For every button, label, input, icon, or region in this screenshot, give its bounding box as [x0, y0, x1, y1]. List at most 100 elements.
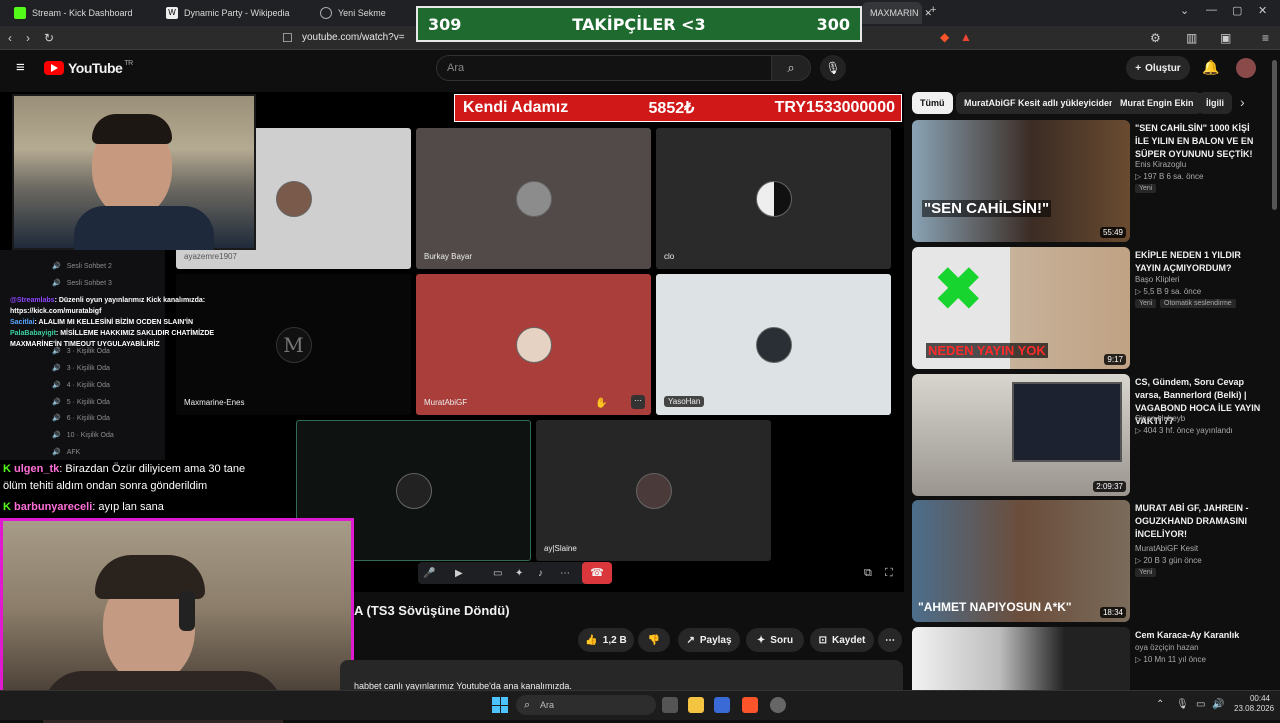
dislike-button[interactable]: 👎 — [638, 628, 670, 652]
bookmark-icon[interactable]: ☐ — [282, 32, 293, 44]
video-title[interactable]: EKİPLE NEDEN 1 YILDIR YAYIN AÇMIYORDUM? — [1135, 249, 1265, 275]
participant-tile[interactable]: MuratAbiGF ⋯ — [416, 274, 651, 415]
recommendation-item[interactable]: "SEN CAHİLSİN!" 55:49 "SEN CAHİLSİN" 100… — [912, 120, 1272, 242]
participant-tile[interactable]: Burkay Bayar — [416, 128, 651, 269]
video-title[interactable]: "SEN CAHİLSİN" 1000 KİŞİ İLE YILIN EN BA… — [1135, 122, 1265, 161]
ask-button[interactable]: ✦ Soru — [746, 628, 804, 652]
brave-shield-icon[interactable]: ◆ — [940, 31, 949, 43]
channel-name[interactable]: Enis Kirazoglu — [1135, 160, 1186, 169]
voice-room[interactable]: 🔊 AFK — [52, 448, 80, 457]
chevron-right-icon[interactable]: › — [1240, 95, 1245, 109]
recommendation-item[interactable]: 2:09:37 CS, Gündem, Soru Cevap varsa, Ba… — [912, 374, 1272, 496]
recommendation-item[interactable]: "AHMET NAPIYOSUN A*K" 18:34 MURAT ABİ GF… — [912, 500, 1272, 622]
network-icon[interactable]: ▭ — [1196, 699, 1205, 711]
volume-icon[interactable]: 🔊 — [1212, 699, 1224, 711]
rewards-icon[interactable]: ▲ — [960, 31, 972, 43]
share-button[interactable]: ↗ Paylaş — [678, 628, 740, 652]
create-button[interactable]: + Oluştur — [1126, 56, 1190, 80]
video-thumbnail[interactable]: "AHMET NAPIYOSUN A*K" 18:34 — [912, 500, 1130, 622]
video-thumbnail[interactable] — [912, 627, 1130, 690]
store-icon[interactable] — [714, 697, 730, 713]
soundboard-icon[interactable]: ♪ — [538, 568, 543, 580]
video-meta: ▷ 5,5 B 9 sa. önce — [1135, 287, 1202, 296]
voice-room[interactable]: 🔊 6 · Kişilik Oda — [52, 414, 110, 423]
tab-active[interactable]: MAXMARIN ✕ — [862, 2, 932, 24]
file-explorer-icon[interactable] — [688, 697, 704, 713]
fullscreen-icon[interactable]: ⛶ — [885, 567, 893, 579]
more-icon[interactable]: ⋯ — [560, 568, 570, 580]
notifications-bell-icon[interactable]: 🔔 — [1202, 60, 1219, 74]
task-view-icon[interactable] — [662, 697, 678, 713]
app-icon[interactable] — [770, 697, 786, 713]
url-field[interactable]: youtube.com/watch?v= — [302, 29, 422, 47]
tab-kick-dashboard[interactable]: Stream - Kick Dashboard — [6, 2, 156, 24]
chat-message: K barbunyareceli: ayıp lan sana — [3, 499, 164, 516]
screen-share-icon[interactable]: ▭ — [493, 568, 502, 580]
video-title[interactable]: Cem Karaca-Ay Karanlık — [1135, 629, 1265, 642]
camera-icon[interactable]: ▶ — [455, 568, 463, 580]
like-button[interactable]: 👍 1,2 B — [578, 628, 634, 652]
scrollbar[interactable] — [1272, 60, 1277, 210]
tab-new[interactable]: Yeni Sekme — [312, 2, 412, 24]
activities-icon[interactable]: ✦ — [515, 568, 523, 580]
clock-date: 23.08.2026 — [1234, 704, 1275, 713]
chip-murat[interactable]: Murat Engin Ekin — [1112, 92, 1202, 114]
voice-room[interactable]: 🔊 4 · Kişilik Oda — [52, 381, 110, 390]
popout-icon[interactable]: ⧉ — [864, 567, 872, 579]
save-button[interactable]: ⊡ Kaydet — [810, 628, 874, 652]
wallet-icon[interactable]: ▣ — [1220, 32, 1231, 44]
channel-name[interactable]: MuratAbiGF Kesit — [1135, 544, 1198, 553]
hamburger-menu-icon[interactable]: ≡ — [16, 60, 25, 75]
menu-icon[interactable]: ≡ — [1262, 32, 1269, 44]
search-input[interactable]: Ara — [436, 55, 772, 81]
video-title[interactable]: MURAT ABİ GF, JAHREIN - OGUZKHAND DRAMAS… — [1135, 502, 1265, 541]
brave-icon[interactable] — [742, 697, 758, 713]
extensions-icon[interactable]: ⚙ — [1150, 32, 1161, 44]
voice-search-button[interactable]: 🎙 — [820, 55, 846, 81]
recommendation-item[interactable]: ✖ NEDEN YAYIN YOK 9:17 EKİPLE NEDEN 1 YI… — [912, 247, 1272, 369]
participant-tile[interactable]: ay|Slaine — [536, 420, 771, 561]
voice-room[interactable]: 🔊 3 · Kişilik Oda — [52, 364, 110, 373]
video-thumbnail[interactable]: 2:09:37 — [912, 374, 1130, 496]
wikipedia-icon: W — [166, 7, 178, 19]
search-button[interactable]: ⌕ — [771, 55, 811, 81]
more-options-icon[interactable]: ⋯ — [631, 395, 645, 409]
mic-tray-icon[interactable]: 🎙 — [1176, 699, 1189, 711]
back-icon[interactable]: ‹ — [8, 32, 12, 44]
thumbnail-text: "AHMET NAPIYOSUN A*K" — [918, 600, 1072, 614]
reload-icon[interactable]: ↻ — [44, 32, 54, 44]
chip-uploader[interactable]: MuratAbiGF Kesit adlı yükleyiciden — [956, 92, 1123, 114]
channel-name[interactable]: Sinan Hubeyb — [1135, 414, 1185, 423]
avatar[interactable] — [1236, 58, 1256, 78]
tab-wikipedia[interactable]: W Dynamic Party - Wikipedia — [158, 2, 308, 24]
video-thumbnail[interactable]: ✖ NEDEN YAYIN YOK 9:17 — [912, 247, 1130, 369]
voice-room[interactable]: 🔊 Sesli Sohbet 3 — [52, 279, 112, 288]
participant-tile[interactable]: clo — [656, 128, 891, 269]
video-thumbnail[interactable]: "SEN CAHİLSİN!" 55:49 — [912, 120, 1130, 242]
clock[interactable]: 00:44 23.08.2026 — [1234, 694, 1275, 714]
new-badge: Yeni — [1135, 184, 1157, 193]
minimize-icon[interactable]: — — [1206, 4, 1217, 16]
youtube-logo[interactable]: YouTube TR — [44, 60, 133, 76]
chip-related[interactable]: İlgili — [1198, 92, 1232, 114]
voice-room[interactable]: 🔊 5 · Kişilik Oda — [52, 398, 110, 407]
window-close-icon[interactable]: ✕ — [1258, 4, 1267, 17]
forward-icon[interactable]: › — [26, 32, 30, 44]
taskbar-search[interactable]: Ara — [516, 695, 656, 715]
mic-icon[interactable]: 🎤 — [423, 568, 435, 580]
channel-name[interactable]: Başo Klipleri — [1135, 275, 1179, 284]
voice-room[interactable]: 🔊 10 · Kişilik Oda — [52, 431, 114, 440]
chevron-down-icon[interactable]: ⌄ — [1180, 4, 1189, 17]
hangup-button[interactable]: ☎ — [582, 562, 612, 584]
chip-all[interactable]: Tümü — [912, 92, 953, 114]
recommendation-item[interactable]: Cem Karaca-Ay Karanlık oya özçiçin hazan… — [912, 627, 1272, 690]
sidebar-icon[interactable]: ▥ — [1186, 32, 1197, 44]
maximize-icon[interactable]: ▢ — [1232, 4, 1242, 17]
channel-name[interactable]: oya özçiçin hazan — [1135, 643, 1199, 652]
new-tab-icon[interactable]: + — [930, 4, 936, 16]
tray-chevron-icon[interactable]: ⌃ — [1156, 699, 1164, 711]
more-actions-button[interactable]: ⋯ — [878, 628, 902, 652]
voice-room[interactable]: 🔊 Sesli Sohbet 2 — [52, 262, 112, 271]
start-icon[interactable] — [492, 697, 508, 713]
participant-tile[interactable]: YasoHan — [656, 274, 891, 415]
